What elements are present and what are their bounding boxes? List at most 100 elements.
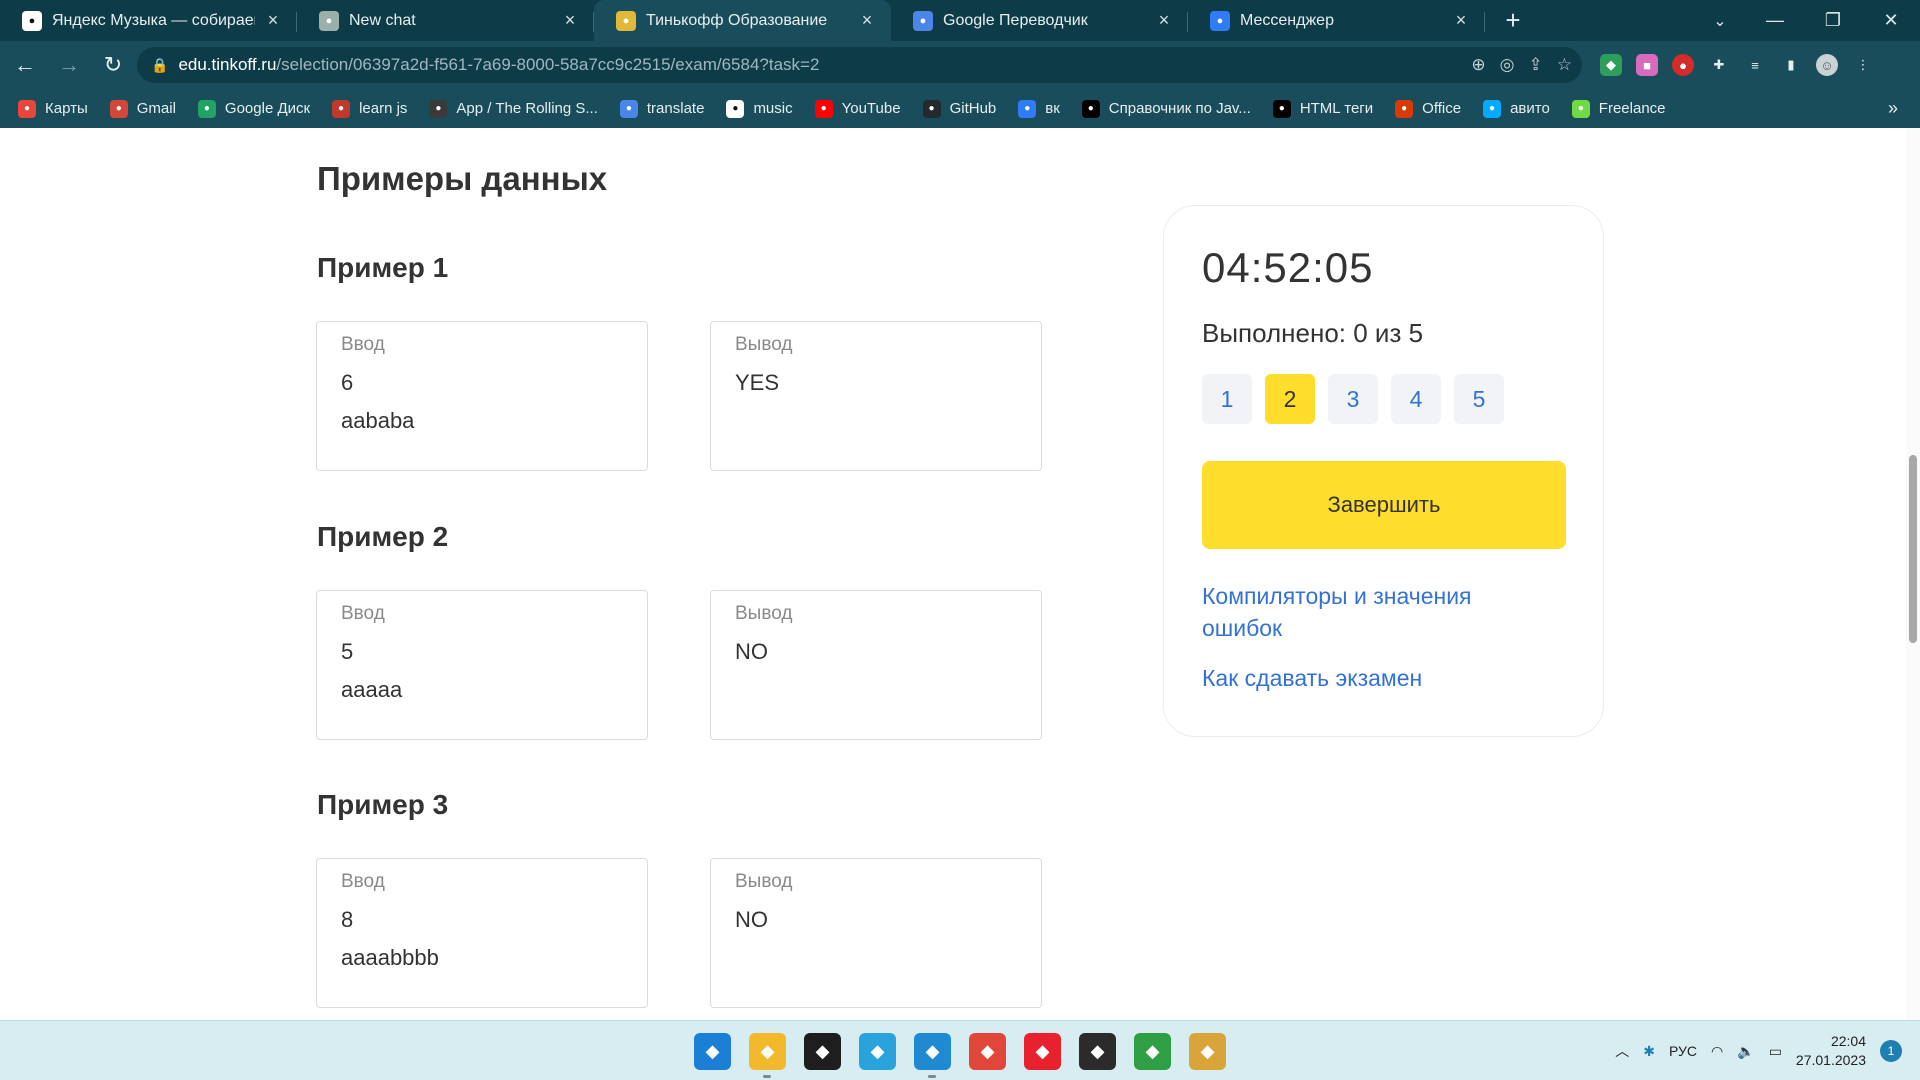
tab-search-chevron-icon[interactable]: ⌄ [1700, 0, 1740, 41]
windows-taskbar: ◆ ◆ ◆ ◆ ◆ ◆ ◆ ◆ ◆ ◆ ︿ ✱ РУС ◠ 🔈 ▭ 22:04 27.01.202… [0, 1020, 1920, 1080]
wifi-icon[interactable]: ◠ [1711, 1043, 1723, 1060]
bookmark-item[interactable]: ● GitHub [922, 99, 996, 118]
lock-icon[interactable]: 🔒 [151, 57, 168, 74]
bookmark-item[interactable]: ● YouTube [814, 99, 901, 118]
input-label: Ввод [341, 334, 385, 355]
close-tab-icon[interactable]: × [857, 10, 877, 31]
browser-tab[interactable]: ● Мессенджер × [1188, 0, 1485, 41]
yandex-music-icon: ● [726, 99, 745, 118]
scrollbar-thumb[interactable] [1909, 455, 1917, 643]
notepad-icon[interactable]: ◆ [1134, 1032, 1171, 1070]
section-title: Примеры данных [317, 160, 608, 197]
stop-extension-icon[interactable]: ● [1672, 54, 1694, 76]
rolling-scopes-icon: ● [429, 99, 448, 118]
eye-slash-icon[interactable]: ◎ [1500, 55, 1515, 75]
zoom-icon[interactable]: ⊕ [1471, 55, 1485, 75]
close-window-icon[interactable]: ✕ [1862, 0, 1920, 41]
profile-avatar[interactable]: ☺ [1816, 54, 1838, 76]
task-button-3[interactable]: 3 [1328, 374, 1378, 424]
close-tab-icon[interactable]: × [1154, 10, 1174, 31]
browser-tab[interactable]: ● Google Переводчик × [891, 0, 1188, 41]
how-to-exam-link[interactable]: Как сдавать экзамен [1202, 662, 1542, 694]
chrome-icon[interactable]: ◆ [969, 1032, 1006, 1070]
bookmarks-overflow-icon[interactable]: » [1888, 89, 1898, 128]
windows-start-icon[interactable]: ◆ [694, 1032, 731, 1070]
task-button-2[interactable]: 2 [1265, 374, 1315, 424]
vscode-icon[interactable]: ◆ [914, 1032, 951, 1078]
bookmark-item[interactable]: ● App / The Rolling S... [429, 99, 598, 118]
bookmark-item[interactable]: ● Office [1395, 99, 1462, 118]
chrome-dev-icon[interactable]: ◆ [1189, 1032, 1226, 1070]
finish-exam-button[interactable]: Завершить [1202, 461, 1566, 549]
figma-icon[interactable]: ◆ [804, 1032, 841, 1070]
progress-text: Выполнено: 0 из 5 [1202, 318, 1424, 348]
task-button-1[interactable]: 1 [1202, 374, 1252, 424]
compilers-link[interactable]: Компиляторы и значения ошибок [1202, 580, 1542, 644]
bookmark-item[interactable]: ● HTML теги [1272, 99, 1373, 118]
restore-icon[interactable]: ❐ [1804, 0, 1862, 41]
browser-tab[interactable]: ● Тинькофф Образование × [594, 0, 891, 41]
tab-title: New chat [349, 11, 416, 29]
youtube-icon: ● [814, 99, 833, 118]
terminal-icon[interactable]: ◆ [1079, 1032, 1116, 1070]
close-tab-icon[interactable]: × [263, 10, 283, 31]
kebab-menu-icon[interactable]: ⋮ [1852, 54, 1874, 76]
address-bar[interactable]: 🔒 edu.tinkoff.ru /selection/06397a2d-f56… [137, 47, 1582, 83]
bookmark-item[interactable]: ● learn js [332, 99, 407, 118]
page-scrollbar[interactable] [1906, 128, 1920, 1020]
bookmark-item[interactable]: ● Справочник по Jav... [1081, 99, 1251, 118]
bookmark-item[interactable]: ● Gmail [109, 99, 176, 118]
tinkoff-icon: ● [616, 10, 636, 31]
media-queue-icon[interactable]: ≡ [1744, 54, 1766, 76]
browser-tab[interactable]: ● New chat × [297, 0, 594, 41]
language-indicator[interactable]: РУС [1669, 1043, 1697, 1059]
share-icon[interactable]: ⇪ [1529, 55, 1543, 75]
back-arrow-icon[interactable]: ← [6, 46, 44, 84]
task-navigation: 12345 [1202, 374, 1504, 424]
minimize-icon[interactable]: — [1746, 0, 1804, 41]
bookmark-item[interactable]: ● translate [619, 99, 704, 118]
bluetooth-icon[interactable]: ✱ [1643, 1043, 1655, 1060]
task-button-5[interactable]: 5 [1454, 374, 1504, 424]
opera-icon[interactable]: ◆ [1024, 1032, 1061, 1070]
clock[interactable]: 22:04 27.01.2023 [1796, 1032, 1866, 1070]
tray-overflow-chevron-icon[interactable]: ︿ [1615, 1041, 1629, 1061]
telegram-icon[interactable]: ◆ [859, 1032, 896, 1070]
bookmark-label: Google Диск [224, 100, 311, 117]
color-extension-icon[interactable]: ■ [1636, 54, 1658, 76]
puzzle-extensions-icon[interactable]: ✚ [1708, 54, 1730, 76]
bookmark-item[interactable]: ● авито [1483, 99, 1550, 118]
avito-icon: ● [1483, 99, 1502, 118]
url-host: edu.tinkoff.ru [178, 55, 277, 74]
mdn-icon: ● [1081, 99, 1100, 118]
new-tab-button[interactable]: + [1493, 0, 1533, 41]
volume-icon[interactable]: 🔈 [1737, 1043, 1754, 1060]
battery-icon[interactable]: ▭ [1769, 1043, 1782, 1060]
shield-extension-icon[interactable]: ◆ [1600, 54, 1622, 76]
output-line: NO [735, 639, 768, 664]
file-explorer-icon[interactable]: ◆ [749, 1032, 786, 1078]
bookmarks-bar: ● Карты ● Gmail ● Google Диск ● learn js ● App / … [0, 89, 1920, 128]
bookmark-item[interactable]: ● вк [1018, 99, 1060, 118]
bookmark-star-icon[interactable]: ☆ [1557, 55, 1572, 75]
bookmark-label: Gmail [136, 100, 176, 117]
reload-icon[interactable]: ↻ [94, 46, 132, 84]
bookmark-label: Freelance [1598, 100, 1666, 117]
bookmark-label: вк [1045, 100, 1060, 117]
bookmark-item[interactable]: ● Google Диск [197, 99, 311, 118]
input-label: Ввод [341, 871, 385, 892]
bookmark-item[interactable]: ● music [726, 99, 793, 118]
task-button-4[interactable]: 4 [1391, 374, 1441, 424]
close-tab-icon[interactable]: × [560, 10, 580, 31]
side-panel-icon[interactable]: ▮ [1780, 54, 1802, 76]
bookmark-item[interactable]: ● Карты [18, 99, 88, 118]
notification-badge[interactable]: 1 [1880, 1040, 1902, 1062]
example-input-box: Ввод 6 aababa [316, 321, 648, 471]
system-tray: ︿ ✱ РУС ◠ 🔈 ▭ 22:04 27.01.2023 1 [1615, 1021, 1920, 1080]
example-output-box: Вывод NO [710, 590, 1042, 740]
forward-arrow-icon[interactable]: → [50, 46, 88, 84]
bookmark-item[interactable]: ● Freelance [1571, 99, 1666, 118]
close-tab-icon[interactable]: × [1451, 10, 1471, 31]
bookmark-label: Office [1422, 100, 1462, 117]
browser-tab[interactable]: ● Яндекс Музыка — собираем му × [0, 0, 297, 41]
